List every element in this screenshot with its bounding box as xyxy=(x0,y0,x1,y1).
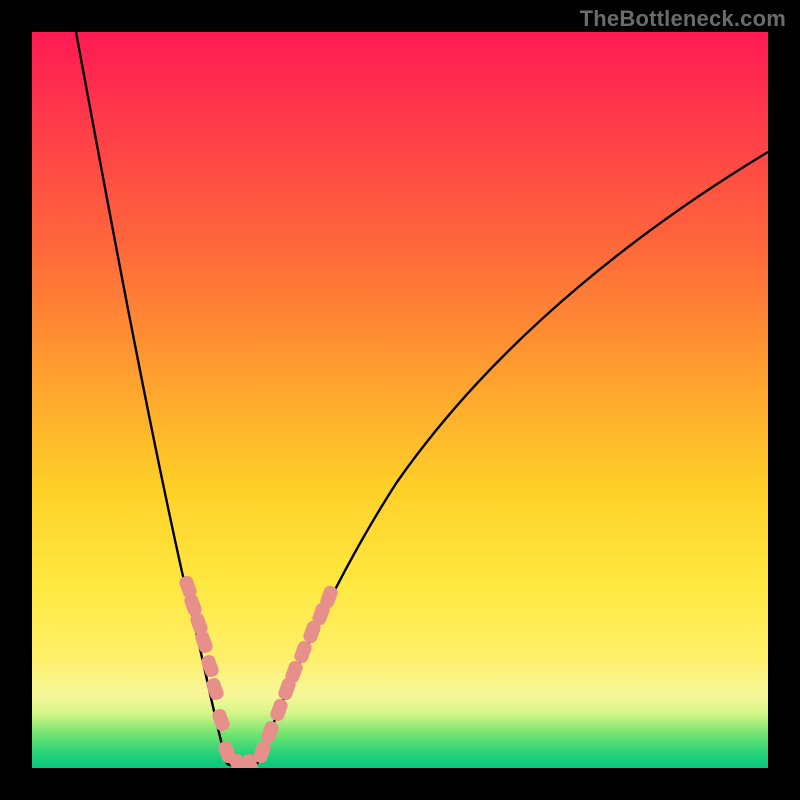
data-marker xyxy=(269,697,290,722)
plot-area xyxy=(32,32,768,768)
data-marker xyxy=(260,719,281,744)
curve-group xyxy=(76,32,768,767)
watermark-text: TheBottleneck.com xyxy=(580,6,786,32)
marker-group xyxy=(178,574,340,768)
left-branch-line xyxy=(76,32,227,764)
chart-frame: TheBottleneck.com xyxy=(0,0,800,800)
chart-svg xyxy=(32,32,768,768)
data-marker xyxy=(293,639,314,664)
right-branch-line xyxy=(257,152,768,764)
